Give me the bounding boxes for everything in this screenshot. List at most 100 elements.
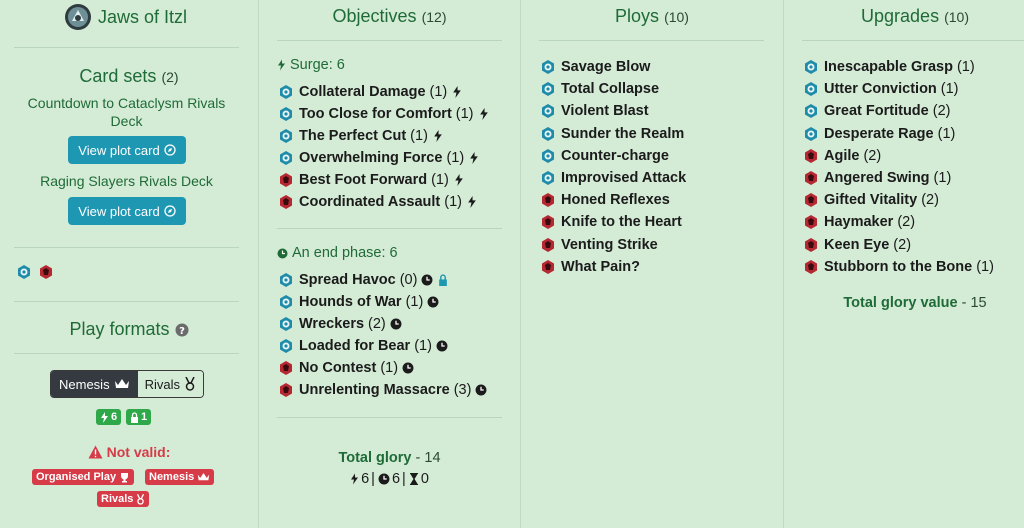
card-name[interactable]: Too Close for Comfort — [299, 106, 452, 122]
ploy-row[interactable]: Knife to the Heart — [540, 212, 682, 232]
glory-value: (2) — [897, 214, 916, 231]
red-set-icon — [542, 259, 554, 274]
objective-row[interactable]: Spread Havoc (0) — [278, 270, 449, 290]
glory-value: (2) — [893, 236, 912, 253]
card-name[interactable]: Stubborn to the Bone — [824, 259, 972, 275]
card-name[interactable]: Violent Blast — [561, 103, 649, 119]
card-name[interactable]: Keen Eye — [824, 237, 889, 253]
compass-icon — [164, 205, 176, 217]
card-name[interactable]: Angered Swing — [824, 170, 930, 186]
ploy-row[interactable]: What Pain? — [540, 257, 640, 277]
not-valid-label: Not valid: — [0, 444, 258, 460]
card-name[interactable]: Loaded for Bear — [299, 338, 410, 354]
card-name[interactable]: Venting Strike — [561, 237, 658, 253]
surge-icon — [351, 473, 359, 485]
card-name[interactable]: Hounds of War — [299, 294, 402, 310]
hourglass-icon — [409, 473, 418, 485]
surge-icon — [101, 411, 108, 423]
card-name[interactable]: Agile — [824, 148, 859, 164]
ploy-row[interactable]: Honed Reflexes — [540, 190, 670, 210]
card-name[interactable]: Savage Blow — [561, 59, 650, 75]
upgrade-row[interactable]: Inescapable Grasp (1) — [803, 57, 975, 77]
objective-row[interactable]: The Perfect Cut (1) — [278, 126, 444, 146]
card-name[interactable]: Desperate Rage — [824, 126, 934, 142]
clock-icon — [475, 384, 487, 396]
red-set-icon — [542, 215, 554, 230]
upgrade-row[interactable]: Keen Eye (2) — [803, 235, 911, 255]
view-plot-card-button-1[interactable]: View plot card — [68, 136, 186, 164]
objective-row[interactable]: Loaded for Bear (1) — [278, 336, 448, 356]
upgrade-row[interactable]: Angered Swing (1) — [803, 168, 951, 188]
card-name[interactable]: Haymaker — [824, 214, 893, 230]
teal-set-icon[interactable] — [16, 264, 32, 280]
card-name[interactable]: The Perfect Cut — [299, 128, 406, 144]
card-name[interactable]: Great Fortitude — [824, 103, 929, 119]
card-name[interactable]: Gifted Vitality — [824, 192, 917, 208]
surge-icon — [278, 59, 285, 71]
card-name[interactable]: No Contest — [299, 360, 376, 376]
card-name[interactable]: Sunder the Realm — [561, 126, 684, 142]
objective-row[interactable]: Hounds of War (1) — [278, 292, 439, 312]
glory-value: (1) — [446, 150, 465, 166]
svg-text:?: ? — [179, 326, 185, 337]
help-icon[interactable]: ? — [175, 323, 189, 337]
card-name[interactable]: Unrelenting Massacre — [299, 382, 450, 398]
red-set-icon — [805, 171, 817, 185]
card-name[interactable]: Wreckers — [299, 316, 364, 332]
objective-row[interactable]: Best Foot Forward (1) — [278, 170, 465, 190]
upgrade-row[interactable]: Haymaker (2) — [803, 212, 915, 232]
card-sets-title: Card sets (2) — [79, 66, 179, 86]
nemesis-toggle[interactable]: Nemesis — [51, 371, 138, 397]
upgrade-row[interactable]: Desperate Rage (1) — [803, 124, 955, 144]
sidebar: Jaws of Itzl Card sets (2) Countdown to … — [0, 0, 258, 528]
red-set-icon — [280, 383, 292, 397]
objective-row[interactable]: Too Close for Comfort (1) — [278, 104, 490, 124]
card-name[interactable]: Overwhelming Force — [299, 150, 442, 166]
glory-value: (1) — [414, 338, 432, 354]
ploy-row[interactable]: Savage Blow — [540, 57, 650, 77]
card-name[interactable]: Total Collapse — [561, 81, 659, 97]
objective-row[interactable]: No Contest (1) — [278, 358, 414, 378]
objective-row[interactable]: Coordinated Assault (1) — [278, 192, 478, 212]
upgrade-row[interactable]: Utter Conviction (1) — [803, 79, 959, 99]
glory-value: (2) — [863, 147, 882, 164]
upgrade-row[interactable]: Stubborn to the Bone (1) — [803, 257, 994, 277]
card-name[interactable]: Knife to the Heart — [561, 214, 682, 230]
upgrade-row[interactable]: Agile (2) — [803, 146, 881, 166]
nemesis-badge: Nemesis — [145, 469, 215, 485]
ploy-row[interactable]: Counter-charge — [540, 146, 669, 166]
ploy-row[interactable]: Violent Blast — [540, 101, 649, 121]
objective-row[interactable]: Collateral Damage (1) — [278, 82, 463, 102]
card-name[interactable]: Best Foot Forward — [299, 172, 427, 188]
ploy-row[interactable]: Improvised Attack — [540, 168, 686, 188]
card-name[interactable]: Improvised Attack — [561, 170, 686, 186]
teal-set-icon — [542, 60, 554, 74]
card-name[interactable]: Utter Conviction — [824, 81, 937, 97]
ploy-row[interactable]: Sunder the Realm — [540, 124, 684, 144]
teal-set-icon — [280, 273, 292, 287]
teal-set-icon — [280, 151, 292, 165]
ploy-row[interactable]: Venting Strike — [540, 235, 658, 255]
card-name[interactable]: Honed Reflexes — [561, 192, 670, 208]
objective-row[interactable]: Unrelenting Massacre (3) — [278, 380, 487, 400]
rivals-toggle[interactable]: Rivals — [137, 371, 203, 397]
red-set-icon[interactable] — [38, 264, 54, 280]
glory-value: (1) — [933, 170, 952, 186]
upgrade-row[interactable]: Great Fortitude (2) — [803, 101, 950, 121]
card-name[interactable]: What Pain? — [561, 259, 640, 275]
view-plot-card-button-2[interactable]: View plot card — [68, 197, 186, 225]
objective-row[interactable]: Overwhelming Force (1) — [278, 148, 480, 168]
glory-value: (1) — [940, 81, 959, 98]
card-name[interactable]: Inescapable Grasp — [824, 59, 953, 75]
card-name[interactable]: Collateral Damage — [299, 84, 426, 100]
objective-row[interactable]: Wreckers (2) — [278, 314, 402, 334]
play-formats-title: Play formats ? — [0, 319, 258, 340]
upgrade-row[interactable]: Gifted Vitality (2) — [803, 190, 939, 210]
card-name[interactable]: Counter-charge — [561, 148, 669, 164]
card-name[interactable]: Coordinated Assault — [299, 194, 440, 210]
red-set-icon — [542, 193, 554, 208]
clock-icon — [378, 473, 390, 485]
ploy-row[interactable]: Total Collapse — [540, 79, 659, 99]
glory-value: (1) — [956, 59, 975, 75]
card-name[interactable]: Spread Havoc — [299, 272, 396, 288]
